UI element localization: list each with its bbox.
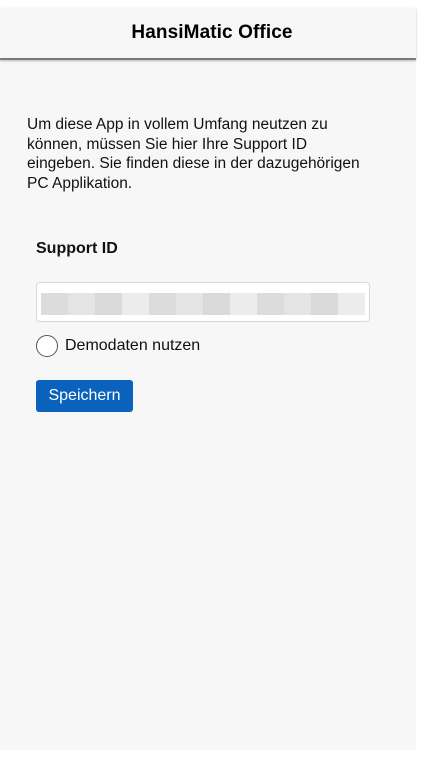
redaction-block — [347, 293, 356, 315]
redaction-block — [167, 293, 176, 315]
redaction-block — [338, 293, 347, 315]
top-bar: HansiMatic Office — [0, 8, 416, 60]
redaction-block — [50, 293, 59, 315]
redaction-block — [158, 293, 167, 315]
redaction-block — [104, 293, 113, 315]
redaction-block — [284, 293, 293, 315]
redaction-block — [95, 293, 104, 315]
redaction-block — [68, 293, 77, 315]
redaction-block — [311, 293, 320, 315]
support-id-label: Support ID — [36, 240, 118, 257]
redaction-block — [275, 293, 284, 315]
redaction-block — [122, 293, 131, 315]
redaction-block — [194, 293, 203, 315]
app-screen: HansiMatic Office Um diese App in vollem… — [0, 8, 416, 750]
redaction-block — [212, 293, 221, 315]
redacted-value — [41, 293, 365, 315]
intro-text: Um diese App in vollem Umfang neutzen zu… — [27, 116, 360, 192]
redaction-block — [131, 293, 140, 315]
redaction-block — [356, 293, 365, 315]
redaction-block — [185, 293, 194, 315]
redaction-block — [257, 293, 266, 315]
support-id-input[interactable] — [36, 282, 370, 322]
redaction-block — [59, 293, 68, 315]
redaction-block — [77, 293, 86, 315]
demo-data-label: Demodaten nutzen — [65, 337, 201, 354]
redaction-block — [248, 293, 257, 315]
demo-data-option[interactable]: Demodaten nutzen — [36, 333, 200, 359]
redaction-block — [239, 293, 248, 315]
redaction-block — [230, 293, 239, 315]
redaction-block — [140, 293, 149, 315]
redaction-block — [176, 293, 185, 315]
redaction-block — [41, 293, 50, 315]
redaction-block — [203, 293, 212, 315]
redaction-block — [221, 293, 230, 315]
redaction-block — [293, 293, 302, 315]
save-button[interactable]: Speichern — [36, 380, 133, 412]
redaction-block — [329, 293, 338, 315]
redaction-block — [302, 293, 311, 315]
redaction-block — [149, 293, 158, 315]
app-title: HansiMatic Office — [131, 22, 293, 43]
redaction-block — [266, 293, 275, 315]
redaction-block — [320, 293, 329, 315]
radio-button[interactable] — [36, 335, 58, 357]
redaction-block — [113, 293, 122, 315]
redaction-block — [86, 293, 95, 315]
